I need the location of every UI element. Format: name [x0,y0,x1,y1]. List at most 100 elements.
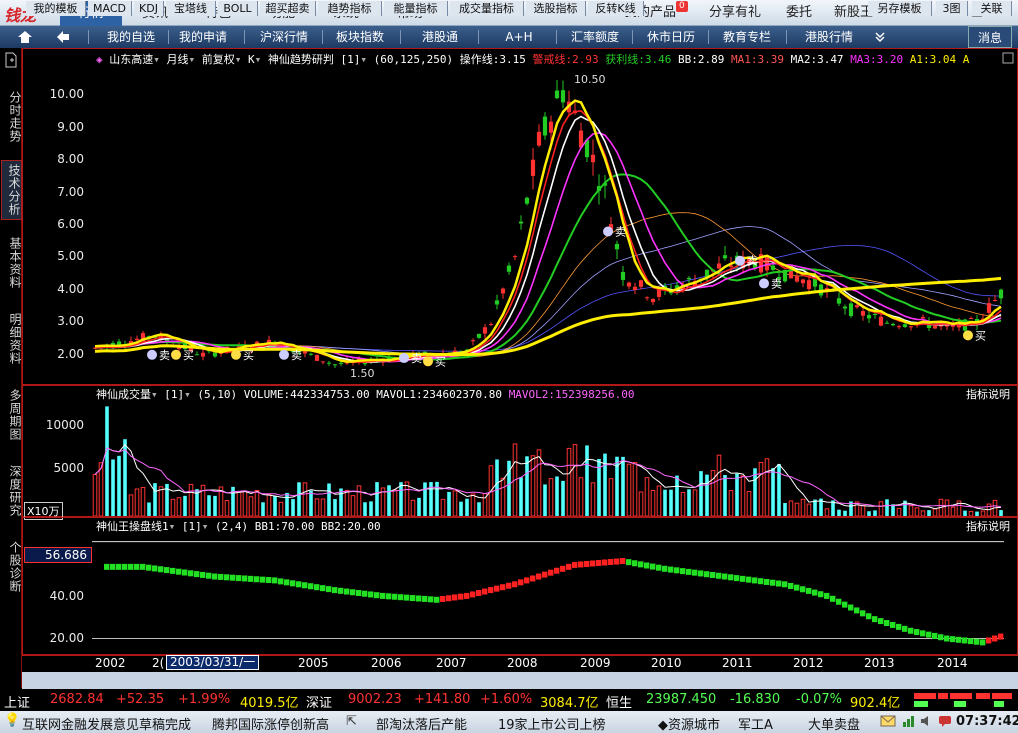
oscillator-bar [578,561,584,568]
oscillator-bar [812,589,818,596]
ma2-value: MA2:3.47 [790,53,844,66]
op-line-value: 操作线:3.15 [459,53,526,66]
volume-chart-plot[interactable] [92,402,1004,516]
volume-bar [843,510,847,516]
share-gift-link[interactable]: 分享有礼 [709,0,761,26]
nav-a-plus-h[interactable]: A+H [488,26,550,48]
candle-body [890,323,896,326]
expand-news-icon[interactable]: ⇱ [346,714,357,729]
three-chart-button[interactable]: 3图 [936,1,968,16]
indicator-tab[interactable]: 宝塔线 [166,1,216,16]
news-item-6[interactable]: 军工A [738,714,773,733]
nav-education[interactable]: 教育专栏 [716,26,778,48]
oscillator-bar [440,596,446,603]
nav-separator [556,30,557,44]
volume-bar [440,498,446,516]
news-item-7[interactable]: 大单卖盘 [808,714,860,733]
indicator-tab[interactable]: 选股指标 [526,1,586,16]
indicator-tab[interactable]: 成交量指标 [450,1,524,16]
nav-my-watchlist[interactable]: 我的自选 [96,26,166,48]
oscillator-bar [320,585,326,592]
oscillator-plot[interactable] [92,532,1004,654]
back-arrow-icon[interactable] [48,26,78,48]
chat-icon[interactable] [938,715,952,731]
candle-body [494,300,500,305]
volume-indicator-name[interactable]: 神仙成交量 [96,388,151,401]
news-item-2[interactable]: 腾邦国际涨停创新高 [212,714,329,733]
news-item-5[interactable]: ◆资源城市 [658,714,720,733]
indicator-tab[interactable]: 能量指标 [384,1,448,16]
news-item-1[interactable]: 互联网金融发展意见草稿完成 [22,714,191,733]
oscillator-bar [806,587,812,594]
sidebar-tab-deep-research[interactable]: 深度研究 [1,460,22,522]
year-label: 2008 [507,656,538,670]
indicator-tab[interactable]: MACD [88,1,132,16]
volume-bar [663,489,667,516]
messages-button[interactable]: 消息 [968,26,1012,48]
sidebar-tab-fundamentals[interactable]: 基本资料 [1,232,22,294]
expand-icon[interactable] [1002,52,1014,64]
nav-sector-index[interactable]: 板块指数 [328,26,392,48]
nav-shsz-market[interactable]: 沪深行情 [252,26,316,48]
volume-bar [806,503,812,516]
price-chart-plot[interactable]: 10.501.50卖买买卖卖买卖卖卖买 [92,66,1004,384]
ma1-value: MA1:3.39 [730,53,784,66]
oscillator-bar [242,575,248,582]
sell-signal-label: 卖 [291,349,302,362]
oscillator-bar [398,594,404,601]
volume-bar [824,508,830,516]
stock-name[interactable]: 山东高速 [109,53,153,66]
speaker-icon[interactable] [920,715,934,731]
nav-hk-market[interactable]: 港股行情 [794,26,864,48]
indicator-tab[interactable]: 反转K线 [588,1,644,16]
price-axis-label: 2.00 [57,346,84,361]
year-label: 2011 [722,656,753,670]
nav-my-subscriptions[interactable]: 我的申请 [172,26,234,48]
volume-axis-10000: 10000 [45,418,84,432]
oscillator-bar [494,585,500,592]
oscillator-bar [518,579,524,586]
adjust-selector[interactable]: 前复权 [202,53,235,66]
volume-title-bar: 神仙成交量▾ [1]▾ (5,10) VOLUME:442334753.00 M… [96,388,635,401]
volume-bar [369,501,373,516]
indicator-tab[interactable]: 趋势指标 [318,1,382,16]
indicator-tab[interactable]: KDJ [134,1,164,16]
entrust-link[interactable]: 委托 [786,0,812,26]
sell-signal-label: 卖 [747,255,758,268]
candle-body [542,116,548,136]
page-icon[interactable] [3,52,19,68]
save-template-button[interactable]: 另存模板 [868,1,932,16]
link-button[interactable]: 关联 [972,1,1012,16]
mail-icon[interactable] [880,715,896,731]
oscillator-bar [464,592,470,599]
indicator-name[interactable]: 神仙趋势研判 [268,53,334,66]
nav-fx-quota[interactable]: 汇率额度 [564,26,626,48]
sidebar-tab-multi-period[interactable]: 多周期图 [1,384,22,446]
hs-label[interactable]: 恒生 [606,692,632,711]
sidebar-tab-details[interactable]: 明细资料 [1,308,22,370]
indicator-tab[interactable]: 超买超卖 [260,1,316,16]
news-item-3[interactable]: 部淘汰落后产能 [376,714,467,733]
nav-holiday-calendar[interactable]: 休市日历 [640,26,702,48]
home-icon[interactable] [10,26,40,48]
volume-bar [207,495,211,516]
sidebar-tab-diagnosis[interactable]: 个股诊断 [1,536,22,598]
k-selector[interactable]: K [248,53,255,66]
period-selector[interactable]: 月线 [167,53,189,66]
news-item-4[interactable]: 19家上市公司上榜 [498,714,606,733]
oscillator-bar [416,595,422,602]
oscillator-bar [548,569,554,576]
indicator-tab[interactable]: 我的模板 [26,1,86,16]
volume-bar [278,501,284,516]
oscillator-bar [188,570,194,577]
sz-label[interactable]: 深证 [306,692,332,711]
volume-explain-link[interactable]: 指标说明 [966,386,1010,402]
nav-hk-connect[interactable]: 港股通 [410,26,470,48]
sidebar-tab-technical[interactable]: 技术分析 [1,160,22,220]
oscillator-bar [314,584,320,591]
sh-label[interactable]: 上证 [4,692,30,711]
sidebar-tab-intraday[interactable]: 分时走势 [1,78,22,156]
chevron-down-icon[interactable] [870,26,890,48]
volume-bar [728,490,734,516]
indicator-tab[interactable]: BOLL [218,1,258,16]
